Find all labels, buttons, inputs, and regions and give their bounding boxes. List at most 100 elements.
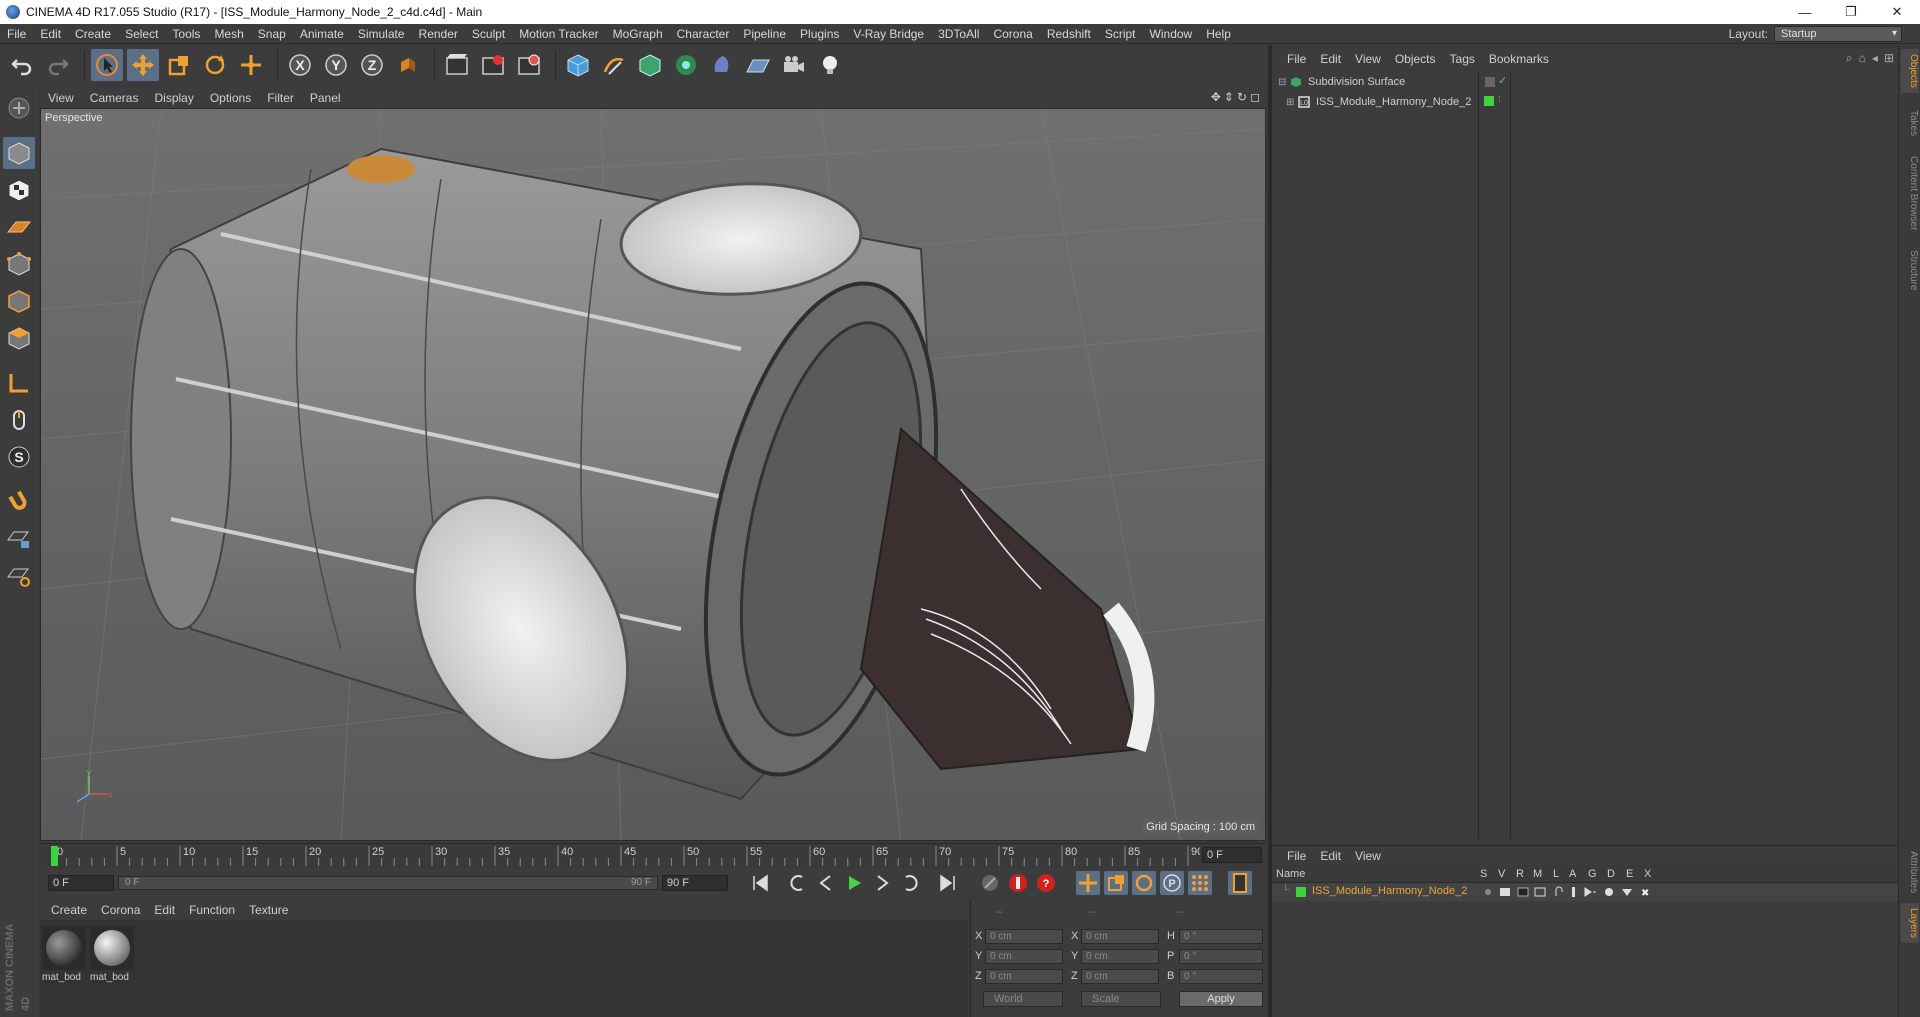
collapse-icon[interactable]: ⊟: [1278, 77, 1290, 88]
viewport-dolly-icon[interactable]: ⇕: [1224, 90, 1234, 104]
current-frame-field[interactable]: 0 F: [1202, 847, 1262, 863]
menu-plugins[interactable]: Plugins: [793, 24, 846, 44]
goto-start-icon[interactable]: [748, 871, 772, 895]
key-rotation-icon[interactable]: [1132, 871, 1156, 895]
tab-objects[interactable]: Objects: [1901, 49, 1919, 93]
menu-animate[interactable]: Animate: [293, 24, 351, 44]
object-row-iss-module[interactable]: ⊞ L0 ISS_Module_Harmony_Node_2 ⁝: [1272, 93, 1898, 111]
objects-menu-bookmarks[interactable]: Bookmarks: [1482, 52, 1556, 66]
x-axis-lock-icon[interactable]: X: [284, 49, 316, 81]
enabled-check-icon[interactable]: ✓: [1498, 74, 1507, 87]
menu-mesh[interactable]: Mesh: [207, 24, 250, 44]
redo-icon[interactable]: [42, 49, 74, 81]
playhead-marker[interactable]: [51, 846, 58, 866]
menu-pipeline[interactable]: Pipeline: [736, 24, 793, 44]
planar-workplane-icon[interactable]: [3, 560, 35, 592]
axis-mode-icon[interactable]: [3, 367, 35, 399]
layer-col-solo[interactable]: S: [1480, 868, 1487, 880]
viewport-menu-panel[interactable]: Panel: [302, 91, 349, 105]
material-swatch[interactable]: mat_bod: [90, 926, 134, 983]
objects-menu-file[interactable]: File: [1280, 52, 1313, 66]
layer-col-deformers[interactable]: D: [1607, 868, 1615, 880]
viewport-menu-cameras[interactable]: Cameras: [82, 91, 147, 105]
back-icon[interactable]: ◂: [1872, 51, 1878, 66]
viewport-menu-filter[interactable]: Filter: [259, 91, 302, 105]
viewport-menu-display[interactable]: Display: [146, 91, 201, 105]
key-position-icon[interactable]: [1076, 871, 1100, 895]
move-icon[interactable]: [127, 49, 159, 81]
floor-environment-icon[interactable]: [742, 49, 774, 81]
menu-mograph[interactable]: MoGraph: [606, 24, 670, 44]
prev-frame-icon[interactable]: [814, 871, 838, 895]
key-scale-icon[interactable]: [1104, 871, 1128, 895]
key-parameter-icon[interactable]: P: [1160, 871, 1184, 895]
layer-col-animation[interactable]: A: [1569, 868, 1576, 880]
end-frame-field[interactable]: 90 F: [662, 875, 728, 891]
position-y-field[interactable]: 0 cm: [985, 949, 1063, 964]
solo-mode-icon[interactable]: S: [3, 441, 35, 473]
tweak-mode-icon[interactable]: [3, 404, 35, 436]
tab-attributes[interactable]: Attributes: [1901, 845, 1919, 899]
menu-window[interactable]: Window: [1143, 24, 1200, 44]
menu-tools[interactable]: Tools: [165, 24, 207, 44]
model-mode-icon[interactable]: [3, 137, 35, 169]
apply-button[interactable]: Apply: [1179, 991, 1263, 1007]
motion-record-icon[interactable]: [978, 871, 1002, 895]
menu-character[interactable]: Character: [670, 24, 737, 44]
autokey-icon[interactable]: ?: [1034, 871, 1058, 895]
menu-script[interactable]: Script: [1098, 24, 1143, 44]
menu-file[interactable]: File: [0, 24, 33, 44]
layer-col-manager[interactable]: M: [1533, 868, 1542, 880]
next-frame-icon[interactable]: [870, 871, 894, 895]
material-menu-edit[interactable]: Edit: [147, 903, 182, 917]
rotate-icon[interactable]: [199, 49, 231, 81]
size-z-field[interactable]: 0 cm: [1081, 969, 1159, 984]
layer-color-swatch[interactable]: [1296, 887, 1306, 897]
layers-menu-file[interactable]: File: [1280, 849, 1313, 863]
objects-menu-view[interactable]: View: [1348, 52, 1388, 66]
layer-col-xref[interactable]: X: [1644, 868, 1651, 880]
visibility-dots-icon[interactable]: ⁝: [1498, 94, 1501, 105]
points-mode-icon[interactable]: [3, 248, 35, 280]
pen-spline-icon[interactable]: [598, 49, 630, 81]
menu-render[interactable]: Render: [412, 24, 465, 44]
layers-menu-edit[interactable]: Edit: [1313, 849, 1348, 863]
coordinate-mode-dropdown[interactable]: World: [983, 991, 1063, 1007]
viewport-menu-view[interactable]: View: [40, 91, 82, 105]
minimize-button[interactable]: —: [1782, 0, 1828, 24]
select-arrow-icon[interactable]: [91, 49, 123, 81]
menu-simulate[interactable]: Simulate: [351, 24, 412, 44]
position-x-field[interactable]: 0 cm: [985, 929, 1063, 944]
record-keys-icon[interactable]: [1006, 871, 1030, 895]
layer-col-generators[interactable]: G: [1588, 868, 1597, 880]
viewport-orbit-icon[interactable]: ↻: [1237, 90, 1247, 104]
layer-col-view[interactable]: V: [1498, 868, 1505, 880]
rotation-h-field[interactable]: 0 °: [1179, 929, 1263, 944]
deformer-icon[interactable]: [706, 49, 738, 81]
camera-icon[interactable]: [778, 49, 810, 81]
z-axis-lock-icon[interactable]: Z: [356, 49, 388, 81]
timeline-window-icon[interactable]: [1228, 871, 1252, 895]
mograph-cloner-icon[interactable]: [670, 49, 702, 81]
layer-row[interactable]: └ ISS_Module_Harmony_Node_2 ✖: [1272, 883, 1898, 901]
key-pla-icon[interactable]: [1188, 871, 1212, 895]
layer-col-locked[interactable]: L: [1553, 868, 1559, 880]
size-x-field[interactable]: 0 cm: [1081, 929, 1159, 944]
tab-content-browser[interactable]: Content Browser: [1901, 149, 1919, 237]
make-editable-icon[interactable]: [3, 92, 35, 124]
tab-layers[interactable]: Layers: [1901, 903, 1919, 943]
transform-icon[interactable]: [235, 49, 267, 81]
home-icon[interactable]: ⌂: [1859, 51, 1866, 66]
scale-icon[interactable]: [163, 49, 195, 81]
menu-redshift[interactable]: Redshift: [1040, 24, 1098, 44]
goto-end-icon[interactable]: [936, 871, 960, 895]
layer-col-render[interactable]: R: [1516, 868, 1524, 880]
play-icon[interactable]: [842, 871, 866, 895]
viewport-pan-icon[interactable]: ✥: [1211, 90, 1221, 104]
cube-primitive-icon[interactable]: [562, 49, 594, 81]
start-frame-field[interactable]: 0 F: [48, 875, 114, 891]
layer-col-expressions[interactable]: E: [1626, 868, 1633, 880]
preview-range-slider[interactable]: 0 F 90 F: [118, 876, 658, 890]
rotation-p-field[interactable]: 0 °: [1179, 949, 1263, 964]
menu-snap[interactable]: Snap: [251, 24, 293, 44]
